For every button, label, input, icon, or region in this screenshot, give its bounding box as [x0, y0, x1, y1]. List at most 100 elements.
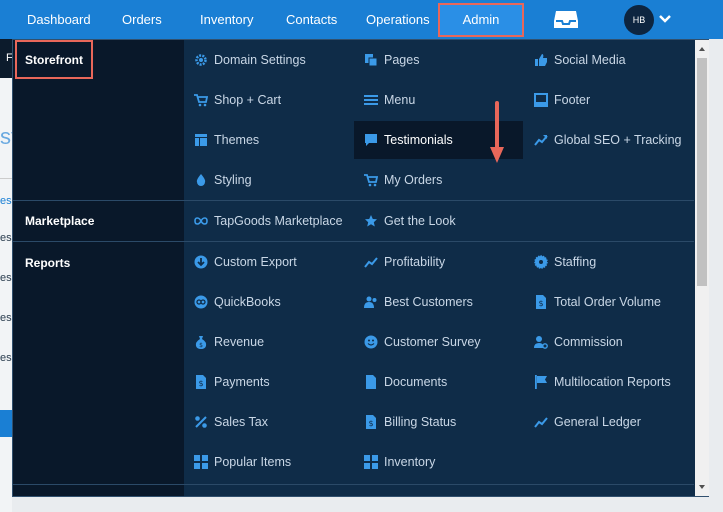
menu-item-get-the-look[interactable]: Get the Look	[364, 210, 456, 232]
menu-item-domain-settings[interactable]: Domain Settings	[194, 49, 306, 71]
trend-icon	[534, 417, 548, 428]
menu-item-general-ledger[interactable]: General Ledger	[534, 411, 641, 433]
menu-item-best-customers[interactable]: Best Customers	[364, 291, 473, 313]
cart-icon	[364, 174, 378, 187]
menu-item-label: Billing Status	[384, 415, 457, 429]
menu-item-sales-tax[interactable]: Sales Tax	[194, 411, 268, 433]
menu-item-customer-survey[interactable]: Customer Survey	[364, 331, 481, 353]
menu-item-label: Global SEO + Tracking	[554, 133, 682, 147]
scrollbar-thumb[interactable]	[697, 58, 707, 286]
menu-item-total-order-volume[interactable]: $ Total Order Volume	[534, 291, 661, 313]
menu-item-popular-items[interactable]: Popular Items	[194, 451, 291, 473]
menu-item-my-orders[interactable]: My Orders	[364, 169, 442, 191]
menu-item-label: My Orders	[384, 173, 443, 187]
flag-icon	[535, 375, 547, 389]
menu-item-label: Domain Settings	[214, 53, 306, 67]
menu-item-label: Shop + Cart	[214, 93, 282, 107]
background-button	[0, 410, 12, 437]
download-icon	[194, 255, 208, 269]
pages-icon	[365, 54, 378, 67]
menu-item-label: Pages	[384, 53, 420, 67]
background-row-text: es	[0, 352, 12, 364]
menu-item-label: Commission	[554, 335, 623, 349]
menu-item-billing-status[interactable]: $ Billing Status	[364, 411, 456, 433]
menu-item-label: Revenue	[214, 335, 265, 349]
svg-text:$: $	[199, 342, 203, 349]
scroll-down-icon[interactable]	[695, 480, 709, 494]
nav-orders[interactable]: Orders	[122, 0, 162, 39]
menu-item-label: Staffing	[554, 255, 597, 269]
nav-admin[interactable]: Admin	[438, 3, 524, 37]
background-heading: st	[0, 124, 12, 149]
menu-item-commission[interactable]: Commission	[534, 331, 623, 353]
quickbooks-icon	[194, 295, 208, 309]
menu-item-documents[interactable]: Documents	[364, 371, 447, 393]
menu-item-label: TapGoods Marketplace	[214, 214, 343, 228]
menu-item-themes[interactable]: Themes	[194, 129, 259, 151]
menu-item-label: Get the Look	[384, 214, 456, 228]
menu-item-label: Profitability	[384, 255, 446, 269]
menu-item-label: Popular Items	[214, 455, 292, 469]
menu-item-label: Custom Export	[214, 255, 297, 269]
background-row-text: es	[0, 312, 12, 324]
menu-item-pages[interactable]: Pages	[364, 49, 419, 71]
menu-item-payments[interactable]: $ Payments	[194, 371, 270, 393]
menu-item-styling[interactable]: Styling	[194, 169, 252, 191]
avatar[interactable]: HB	[624, 5, 654, 35]
menu-item-multilocation-reports[interactable]: Multilocation Reports	[534, 371, 671, 393]
drop-icon	[196, 174, 206, 186]
star-icon	[365, 215, 377, 227]
gear-icon	[195, 54, 207, 66]
background-subnav: F	[0, 39, 13, 78]
menu-item-label: Best Customers	[384, 295, 473, 309]
nav-inventory[interactable]: Inventory	[200, 0, 253, 39]
annotation-arrow-icon	[490, 101, 504, 163]
menu-item-label: QuickBooks	[214, 295, 281, 309]
menu-item-custom-export[interactable]: Custom Export	[194, 251, 297, 273]
footer-icon	[534, 93, 548, 107]
menu-item-quickbooks[interactable]: QuickBooks	[194, 291, 281, 313]
menu-item-inventory[interactable]: Inventory	[364, 451, 435, 473]
svg-text:$: $	[368, 419, 373, 428]
chevron-down-icon[interactable]	[658, 12, 672, 26]
nav-contacts[interactable]: Contacts	[286, 0, 337, 39]
menu-item-tapgoods-marketplace[interactable]: TapGoods Marketplace	[194, 210, 343, 232]
smile-icon	[364, 335, 378, 349]
menu-item-label: Multilocation Reports	[554, 375, 671, 389]
background-row-text: es	[0, 272, 12, 284]
menu-item-label: General Ledger	[554, 415, 641, 429]
admin-dropdown-menu: Storefront Marketplace Reports Domain Se…	[12, 39, 709, 497]
menu-item-label: Styling	[214, 173, 252, 187]
cart-icon	[194, 94, 208, 107]
themes-icon	[195, 134, 207, 146]
menu-item-shop-cart[interactable]: Shop + Cart	[194, 89, 281, 111]
user-gear-icon	[534, 336, 548, 349]
scroll-up-icon[interactable]	[695, 42, 709, 56]
menu-item-label: Total Order Volume	[554, 295, 661, 309]
section-reports: Reports	[25, 256, 71, 270]
menu-item-revenue[interactable]: $ Revenue	[194, 331, 264, 353]
menu-item-label: Testimonials	[384, 133, 453, 147]
inbox-icon[interactable]	[553, 8, 579, 30]
percent-icon	[195, 416, 207, 428]
nav-operations[interactable]: Operations	[366, 0, 430, 39]
menu-item-label: Payments	[214, 375, 270, 389]
menu-item-footer[interactable]: Footer	[534, 89, 590, 111]
document-dollar-icon: $	[536, 295, 546, 309]
section-divider	[13, 241, 694, 242]
background-row-text: es	[0, 232, 12, 244]
menu-item-label: Menu	[384, 93, 416, 107]
menu-item-social-media[interactable]: Social Media	[534, 49, 626, 71]
menu-item-menu[interactable]: Menu	[364, 89, 415, 111]
menu-item-testimonials[interactable]: Testimonials	[364, 129, 453, 151]
document-dollar-icon: $	[366, 415, 376, 429]
background-divider	[0, 178, 12, 179]
nav-dashboard[interactable]: Dashboard	[27, 0, 91, 39]
menu-item-global-seo[interactable]: Global SEO + Tracking	[534, 129, 682, 151]
menu-icon	[364, 95, 378, 105]
chat-icon	[365, 134, 377, 146]
menu-item-staffing[interactable]: Staffing	[534, 251, 596, 273]
menu-item-profitability[interactable]: Profitability	[364, 251, 445, 273]
trend-icon	[364, 257, 378, 268]
menu-item-label: Sales Tax	[214, 415, 268, 429]
